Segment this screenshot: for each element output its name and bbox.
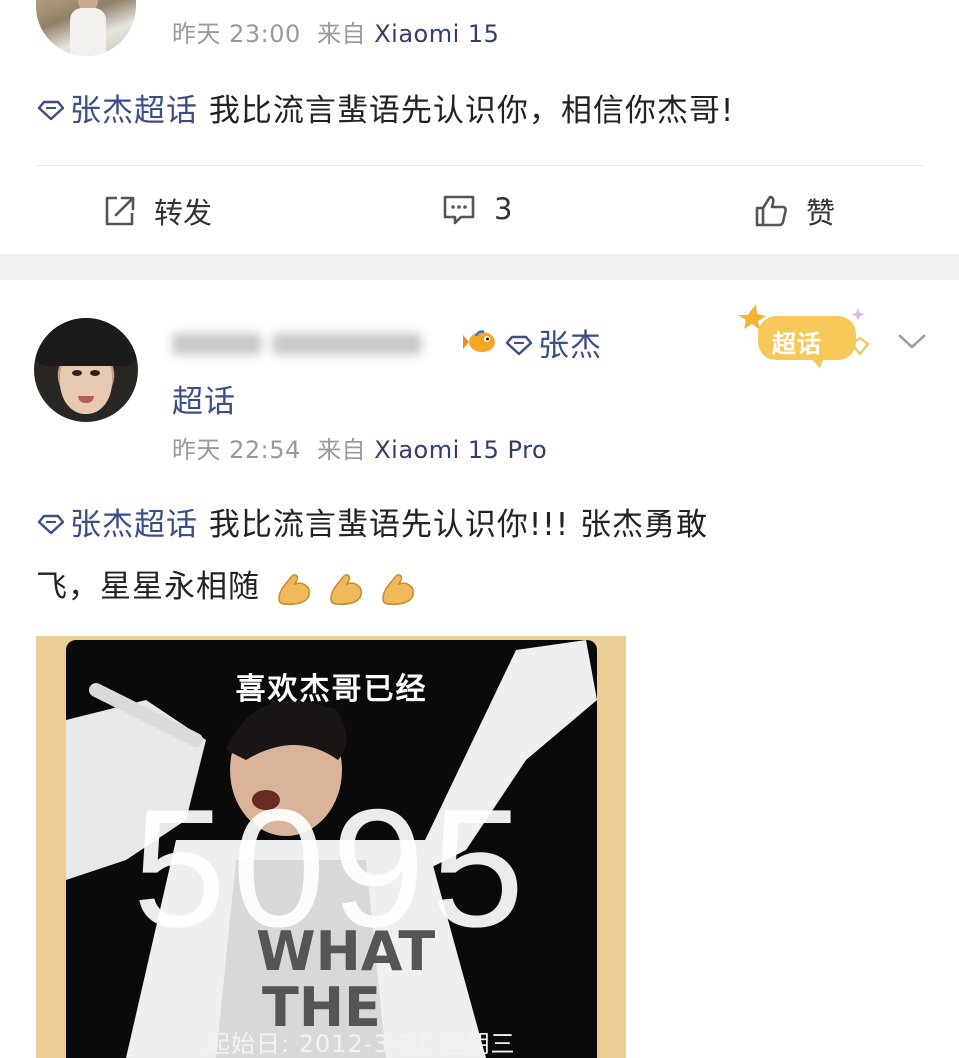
post-meta: 昨天 22:54 来自 Xiaomi 15 Pro bbox=[172, 430, 547, 465]
avatar-hair bbox=[34, 318, 138, 366]
comment-count: 3 bbox=[494, 192, 513, 226]
post-meta: 昨天 23:00 来自 Xiaomi 15 bbox=[172, 14, 499, 49]
avatar[interactable] bbox=[36, 0, 136, 56]
muscle-emoji-icon bbox=[382, 573, 414, 605]
username-blurred[interactable] bbox=[172, 324, 454, 364]
device-source[interactable]: Xiaomi 15 bbox=[374, 20, 499, 48]
thumbs-up-icon bbox=[755, 195, 787, 227]
avatar-eye bbox=[90, 370, 100, 376]
muscle-emoji-icon bbox=[278, 573, 310, 605]
avatar-shirt bbox=[70, 8, 106, 56]
avatar[interactable] bbox=[34, 318, 138, 422]
post-image[interactable]: WHAT THE 喜欢杰哥已经 5095 起始日: 2012-3-21 星期三 bbox=[36, 636, 626, 1058]
like-button[interactable]: 赞 bbox=[752, 190, 835, 232]
name-topic-text: 张杰 bbox=[538, 328, 602, 364]
repost-button[interactable]: 转发 bbox=[100, 190, 212, 232]
diamond-icon bbox=[37, 100, 65, 120]
start-date: 起始日: 2012-3-21 星期三 bbox=[206, 1030, 516, 1058]
weibo-post-1: 昨天 23:00 来自 Xiaomi 15 张杰超话 我比流言蜚语先认识你，相信… bbox=[0, 0, 959, 254]
comment-button[interactable]: 3 bbox=[440, 190, 512, 228]
image-card: WHAT THE 喜欢杰哥已经 5095 起始日: 2012-3-21 星期三 bbox=[66, 640, 597, 1058]
name-topic[interactable]: 张杰 bbox=[504, 320, 602, 365]
diamond-icon bbox=[37, 514, 65, 534]
post-line-2: 飞，星星永相随 bbox=[36, 556, 916, 618]
post-text: 我比流言蜚语先认识你，相信你杰哥! bbox=[208, 93, 735, 129]
repost-label: 转发 bbox=[154, 196, 213, 230]
avatar-eye bbox=[72, 370, 82, 376]
from-label: 来自 bbox=[317, 436, 367, 464]
post-body: 张杰超话 我比流言蜚语先认识你，相信你杰哥! bbox=[36, 80, 734, 142]
diamond-icon bbox=[505, 335, 533, 355]
from-label: 来自 bbox=[317, 20, 367, 48]
post-line-1: 张杰超话 我比流言蜚语先认识你!!! 张杰勇敢 bbox=[36, 494, 916, 556]
feed-separator bbox=[0, 254, 959, 280]
action-bar: 转发 3 赞 bbox=[0, 184, 959, 236]
fan-badge-icon bbox=[463, 330, 495, 352]
post-text-continued: 飞，星星永相随 bbox=[36, 569, 260, 605]
divider bbox=[36, 165, 925, 166]
like-label: 赞 bbox=[806, 196, 836, 230]
post-time: 昨天 22:54 bbox=[172, 436, 301, 464]
image-title: 喜欢杰哥已经 bbox=[235, 672, 428, 707]
weibo-post-2: 张杰 超话 超话 昨天 22:54 来自 Xiaomi 15 Pro 张杰超话 … bbox=[0, 280, 959, 1058]
topic-link[interactable]: 张杰超话 bbox=[70, 507, 198, 543]
comment-icon bbox=[443, 195, 475, 225]
topic-link[interactable]: 张杰超话 bbox=[70, 93, 198, 129]
post-text: 我比流言蜚语先认识你!!! 张杰勇敢 bbox=[208, 507, 708, 543]
days-count: 5095 bbox=[132, 774, 531, 962]
post-body: 张杰超话 我比流言蜚语先认识你!!! 张杰勇敢 飞，星星永相随 bbox=[36, 494, 916, 618]
badge-label: 超话 bbox=[772, 330, 822, 358]
name-topic-continued[interactable]: 超话 bbox=[172, 376, 236, 421]
muscle-emoji-icon bbox=[330, 573, 362, 605]
post-time: 昨天 23:00 bbox=[172, 20, 301, 48]
chevron-down-icon[interactable] bbox=[896, 330, 928, 352]
device-source[interactable]: Xiaomi 15 Pro bbox=[374, 436, 547, 464]
share-icon bbox=[105, 196, 135, 226]
